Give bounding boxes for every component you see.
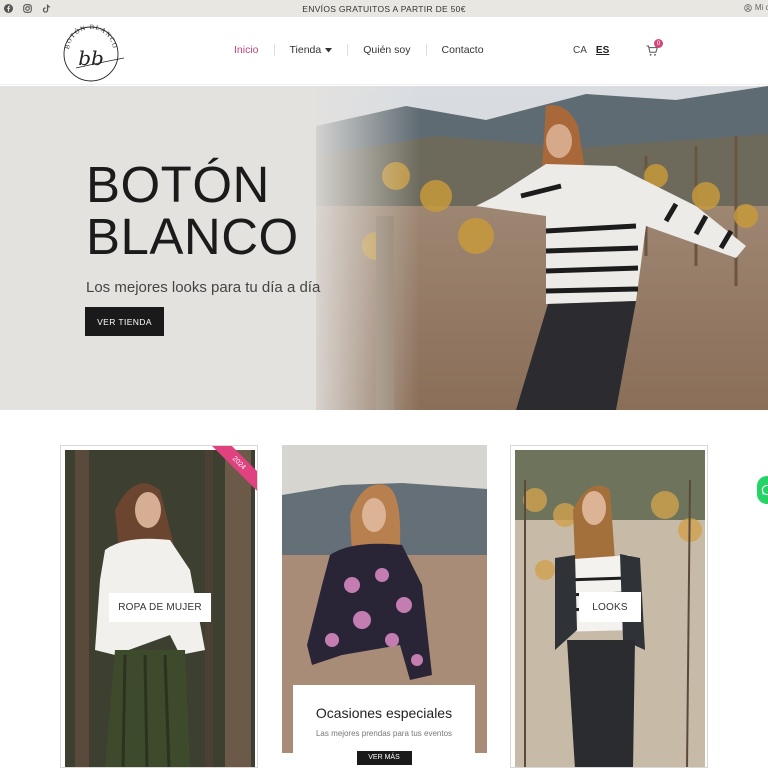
category-card-women[interactable]: 2024 ROPA DE MUJER xyxy=(60,445,258,768)
caret-down-icon xyxy=(325,47,333,52)
cart-count-badge: 0 xyxy=(654,39,663,48)
hero-subtitle: Los mejores looks para tu día a día xyxy=(86,279,321,296)
lang-es[interactable]: ES xyxy=(596,45,609,56)
user-icon xyxy=(744,3,752,12)
nav-inicio-label: Inicio xyxy=(234,44,259,56)
category-card-looks[interactable]: LOOKS xyxy=(510,445,708,768)
hero-banner: BOTÓN BLANCO Los mejores looks para tu dí… xyxy=(0,86,768,410)
hero-title: BOTÓN BLANCO xyxy=(86,159,299,263)
hero-title-line2: BLANCO xyxy=(86,208,299,265)
category-card-occasions[interactable]: Ocasiones especiales Las mejores prendas… xyxy=(281,445,487,768)
ver-mas-button[interactable]: VER MÁS xyxy=(356,751,412,765)
whatsapp-icon xyxy=(761,484,768,496)
announcement-bar: ENVÍOS GRATUITOS A PARTIR DE 50€ Mi cu xyxy=(0,0,768,17)
ver-tienda-button[interactable]: VER TIENDA xyxy=(85,307,164,336)
logo[interactable]: BOTÓN BLANCO bb xyxy=(58,21,126,83)
nav-quien-soy[interactable]: Quién soy xyxy=(348,44,425,56)
free-shipping-promo: ENVÍOS GRATUITOS A PARTIR DE 50€ xyxy=(302,3,466,14)
hero-title-line1: BOTÓN xyxy=(86,156,270,213)
site-header: BOTÓN BLANCO bb Inicio Tienda Quién soy … xyxy=(0,17,768,85)
account-link[interactable]: Mi cu xyxy=(744,3,768,12)
occasions-subtitle: Las mejores prendas para tus eventos xyxy=(315,729,453,738)
account-label: Mi cu xyxy=(754,3,768,12)
lang-ca[interactable]: CA xyxy=(573,45,587,56)
whatsapp-button[interactable] xyxy=(757,476,768,504)
nav-inicio[interactable]: Inicio xyxy=(219,44,274,56)
nav-quien-soy-label: Quién soy xyxy=(363,44,411,56)
nav-contacto[interactable]: Contacto xyxy=(427,44,499,56)
occasions-info-box: Ocasiones especiales Las mejores prendas… xyxy=(293,685,475,768)
cart-button[interactable]: 0 xyxy=(641,39,663,61)
occasions-title: Ocasiones especiales xyxy=(315,705,453,721)
nav-tienda-label: Tienda xyxy=(289,44,322,56)
nav-contacto-label: Contacto xyxy=(441,44,484,56)
ropa-de-mujer-label[interactable]: ROPA DE MUJER xyxy=(109,593,211,622)
language-switcher: CA ES xyxy=(573,45,609,56)
main-nav: Inicio Tienda Quién soy Contacto xyxy=(219,44,499,56)
hero-fade xyxy=(300,86,420,410)
looks-label[interactable]: LOOKS xyxy=(579,592,641,622)
nav-tienda[interactable]: Tienda xyxy=(275,44,348,56)
